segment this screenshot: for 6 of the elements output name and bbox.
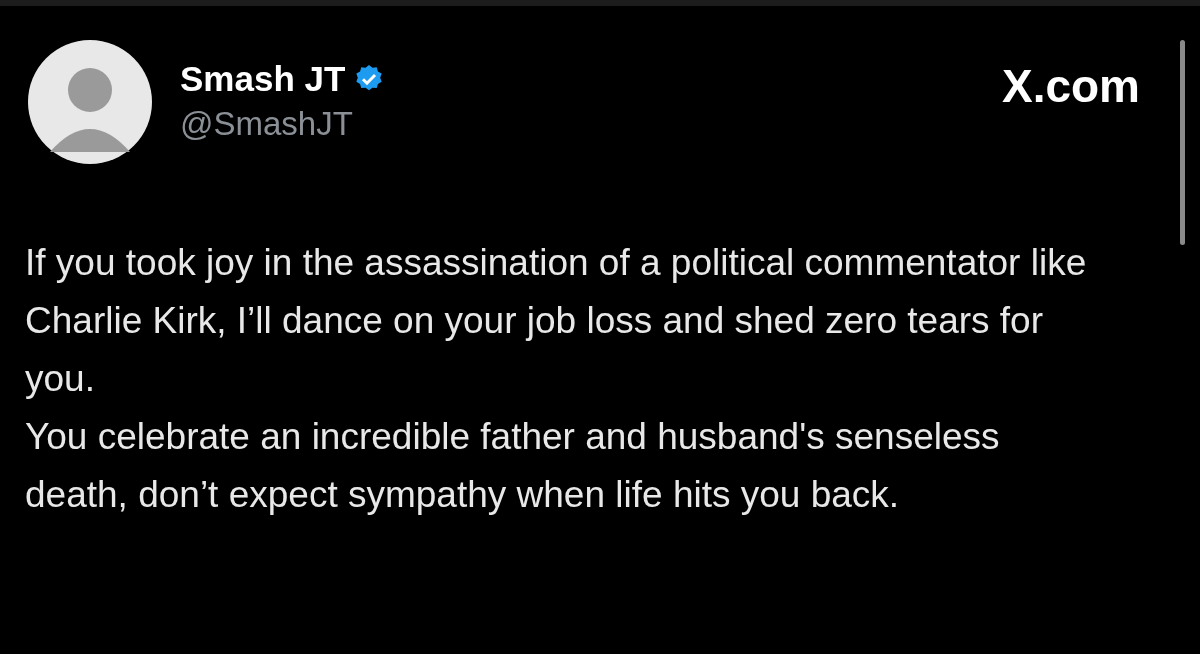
- author-name: Smash JT: [180, 58, 346, 100]
- author-handle: @SmashJT: [180, 104, 354, 144]
- scrollbar[interactable]: [1180, 40, 1185, 245]
- post-text: If you took joy in the assassination of a political commentator like Charlie Kirk, I’ll dance on your job loss and shed zero tears for you.: [25, 241, 1088, 401]
- site-label: X.com: [1001, 59, 1140, 114]
- post-text: You celebrate an incredible father and husband's senseless death, don’t expect sympathy when life hits you back.: [25, 415, 1001, 517]
